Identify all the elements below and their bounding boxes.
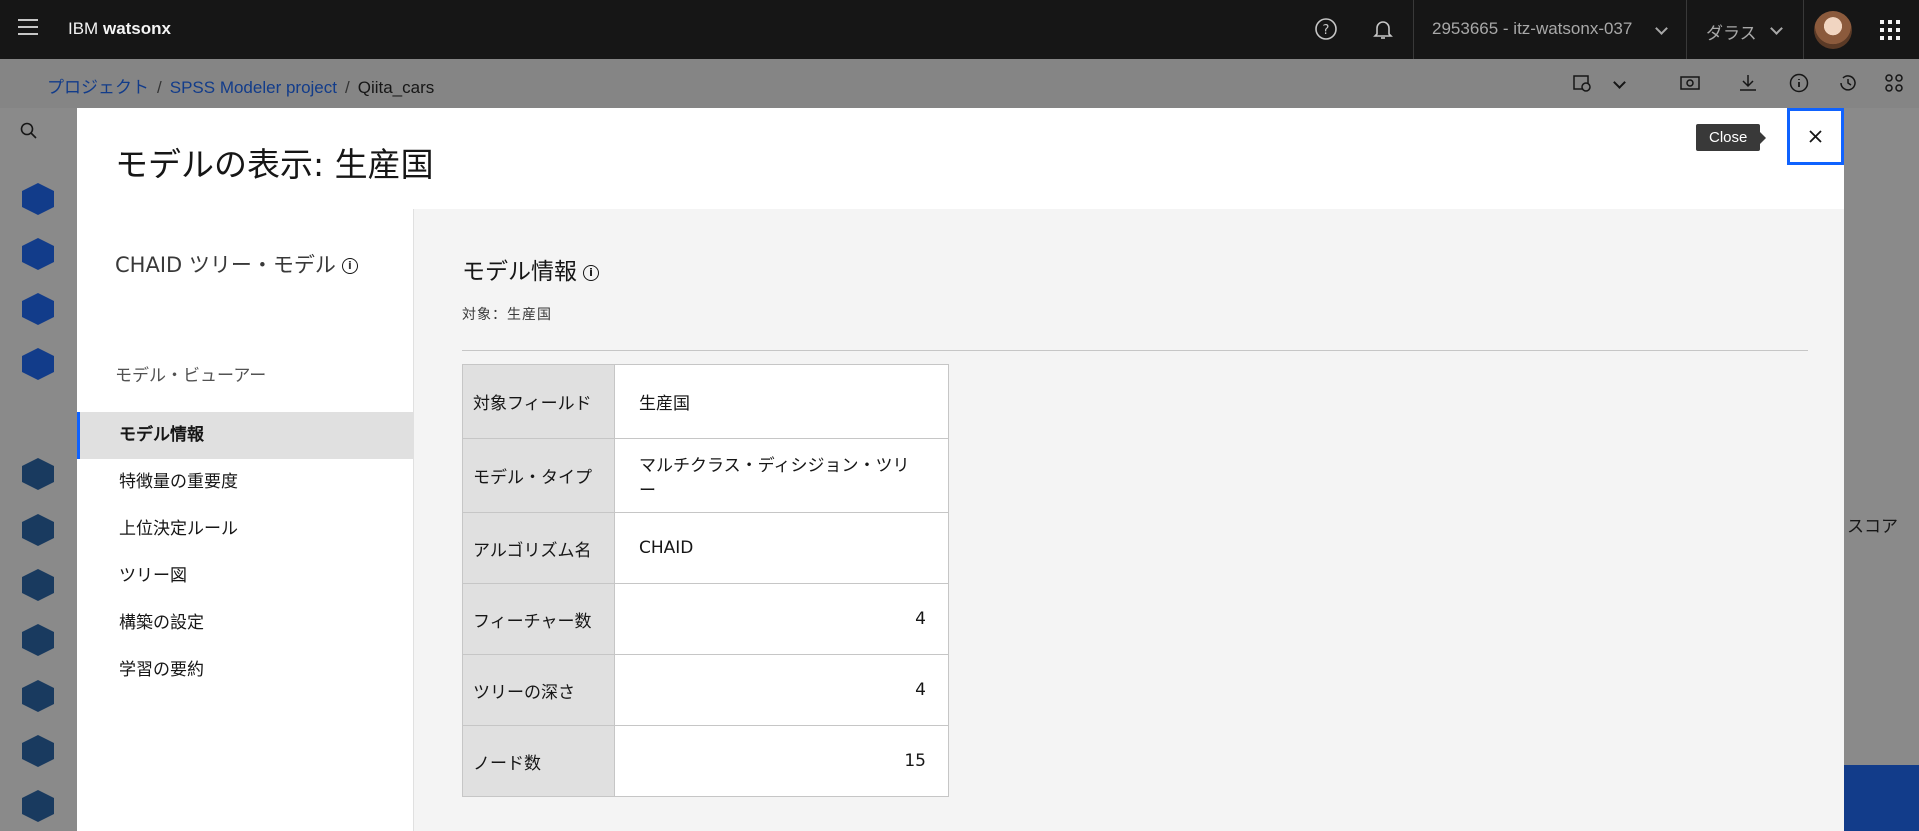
svg-text:?: ?: [1323, 23, 1330, 38]
close-icon: [1809, 130, 1822, 143]
table-key: ノード数: [462, 725, 615, 797]
nav-item-build-settings[interactable]: 構築の設定: [77, 600, 414, 647]
app-switcher-icon[interactable]: [1880, 20, 1900, 40]
model-sidebar: CHAID ツリー・モデル i モデル・ビューアー モデル情報 特徴量の重要度 上…: [77, 209, 414, 831]
notification-icon[interactable]: [1371, 17, 1395, 41]
chevron-down-icon: [1655, 22, 1668, 35]
model-viewer-modal: モデルの表示: 生産国 Close CHAID ツリー・モデル i モデル・ビュー…: [77, 108, 1844, 831]
nav-item-model-info[interactable]: モデル情報: [77, 412, 414, 459]
divider: [462, 350, 1808, 351]
viewer-label: モデル・ビューアー: [115, 366, 267, 386]
table-key: ツリーの深さ: [462, 654, 615, 726]
region-switcher[interactable]: ダラス: [1688, 0, 1804, 59]
brand-name: watsonx: [102, 19, 171, 38]
table-row: ノード数 15: [462, 725, 949, 797]
account-label: 2953665 - itz-watsonx-037: [1432, 19, 1633, 38]
section-title-label: モデル情報: [462, 259, 577, 285]
account-switcher[interactable]: 2953665 - itz-watsonx-037: [1413, 0, 1687, 59]
help-icon[interactable]: ?: [1314, 17, 1338, 41]
region-label: ダラス: [1706, 24, 1757, 44]
table-row: フィーチャー数 4: [462, 583, 949, 655]
viewer-nav: モデル情報 特徴量の重要度 上位決定ルール ツリー図 構築の設定 学習の要約: [77, 412, 414, 694]
brand-prefix: IBM: [68, 19, 99, 38]
table-key: フィーチャー数: [462, 583, 615, 655]
nav-item-tree-diagram[interactable]: ツリー図: [77, 553, 414, 600]
table-key: 対象フィールド: [462, 364, 615, 439]
target-label: 対象：生産国: [462, 307, 552, 323]
model-name: CHAID ツリー・モデル i: [115, 249, 358, 279]
table-row: モデル・タイプ マルチクラス・ディシジョン・ツリー: [462, 438, 949, 513]
info-icon[interactable]: i: [583, 264, 599, 281]
modal-title: モデルの表示: 生産国: [115, 145, 434, 184]
section-title: モデル情報 i: [462, 252, 599, 286]
table-row: 対象フィールド 生産国: [462, 364, 949, 439]
table-value: 生産国: [614, 364, 949, 439]
table-row: アルゴリズム名 CHAID: [462, 512, 949, 584]
nav-item-feature-importance[interactable]: 特徴量の重要度: [77, 459, 414, 506]
table-key: モデル・タイプ: [462, 438, 615, 513]
chevron-down-icon: [1770, 22, 1783, 35]
avatar[interactable]: [1814, 11, 1852, 49]
model-name-label: CHAID ツリー・モデル: [115, 253, 336, 277]
nav-item-training-summary[interactable]: 学習の要約: [77, 647, 414, 694]
table-value: 4: [614, 583, 949, 655]
table-row: ツリーの深さ 4: [462, 654, 949, 726]
model-info-table: 対象フィールド 生産国 モデル・タイプ マルチクラス・ディシジョン・ツリー アル…: [462, 364, 949, 797]
menu-icon[interactable]: [18, 19, 38, 39]
nav-item-top-decision-rules[interactable]: 上位決定ルール: [77, 506, 414, 553]
brand[interactable]: IBM watsonx: [68, 19, 171, 39]
model-info-content: モデル情報 i 対象：生産国 対象フィールド 生産国 モデル・タイプ マルチクラス…: [414, 209, 1844, 831]
table-key: アルゴリズム名: [462, 512, 615, 584]
table-value: マルチクラス・ディシジョン・ツリー: [614, 438, 949, 513]
info-icon[interactable]: i: [341, 258, 358, 274]
table-value: 4: [614, 654, 949, 726]
close-button[interactable]: [1787, 108, 1844, 165]
close-tooltip: Close: [1696, 124, 1767, 151]
top-header: IBM watsonx ? 2953665 - itz-watsonx-037 …: [0, 0, 1919, 59]
table-value: 15: [614, 725, 949, 797]
table-value: CHAID: [614, 512, 949, 584]
